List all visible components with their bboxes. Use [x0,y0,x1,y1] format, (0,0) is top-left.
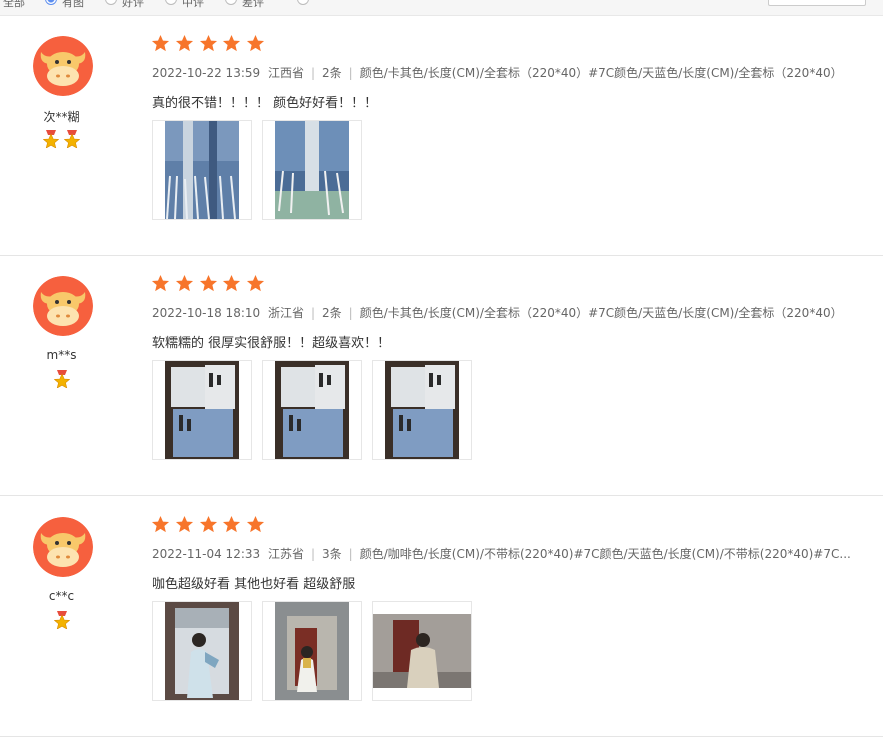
mirror-selfie-photo [165,602,239,700]
review-photo[interactable] [262,120,362,220]
filter-radio-neutral[interactable] [165,0,177,5]
review-meta: 2022-10-22 13:59 江西省 | 2条 | 颜色/卡其色/长度(CM)/全套… [152,64,843,81]
scarf-package-photo [385,361,459,459]
rating-stars [151,274,266,294]
username: 次**糊 [43,110,80,124]
meta-separator: | [348,306,353,320]
review-photo[interactable] [152,360,252,460]
scarf-blue-plaid-photo [165,121,239,219]
star-icon [151,34,170,56]
review-photo[interactable] [372,601,472,701]
review-photo[interactable] [262,360,362,460]
review-item: 次**糊 2022-10-22 13:59 江西省 | 2条 | 颜色/卡其色/长度(C… [0,16,883,256]
review-quantity: 3条 [322,547,342,561]
star-icon [199,34,218,56]
bull-avatar-icon [33,36,93,96]
review-quantity: 2条 [322,306,342,320]
review-spec: 颜色/咖啡色/长度(CM)/不带标(220*40)#7C颜色/天蓝色/长度(CM… [359,547,851,561]
star-icon [175,274,194,296]
review-item: m**s 2022-10-18 18:10 浙江省 | 2条 | 颜色/卡其色/长度(C… [0,256,883,496]
review-item: c**c 2022-11-04 12:33 江苏省 | 3条 | 颜色/咖啡色/长度(C… [0,497,883,737]
bull-avatar-icon [33,517,93,577]
review-date: 2022-11-04 12:33 [152,547,261,561]
review-date: 2022-10-22 13:59 [152,66,261,80]
review-spec: 颜色/卡其色/长度(CM)/全套标（220*40）#7C颜色/天蓝色/长度(CM… [359,306,843,320]
user-level [0,130,123,151]
medal-icon [53,611,70,632]
username: m**s [46,348,77,362]
filter-radio-with-photos[interactable] [45,0,57,5]
meta-separator: | [310,306,316,320]
bull-avatar-icon [33,276,93,336]
scarf-blue-green-photo [275,121,349,219]
medal-icon [42,130,59,151]
star-icon [175,515,194,537]
avatar [33,517,93,577]
filter-label-all[interactable]: 全部 [3,0,25,10]
filter-label-positive[interactable]: 好评 [122,0,144,10]
star-icon [222,515,241,537]
scarf-package-photo [165,361,239,459]
user-level [0,611,123,632]
meta-separator: | [348,66,353,80]
star-icon [222,34,241,56]
star-icon [199,515,218,537]
review-photo[interactable] [152,601,252,701]
user-level [0,370,123,391]
review-content: 软糯糯的 很厚实很舒服！！超级喜欢！！ [152,336,391,351]
rating-stars [151,515,266,535]
review-meta: 2022-10-18 18:10 浙江省 | 2条 | 颜色/卡其色/长度(CM)/全套… [152,304,843,321]
medal-icon [53,370,70,391]
star-icon [151,274,170,296]
filter-label-with-photos[interactable]: 有图 [62,0,84,10]
rating-stars [151,34,266,54]
username: c**c [48,589,75,603]
sort-dropdown[interactable] [768,0,866,6]
meta-separator: | [310,66,316,80]
star-icon [222,274,241,296]
review-content: 咖色超级好看 其他也好看 超级舒服 [152,577,356,592]
filter-radio-negative[interactable] [225,0,237,5]
review-date: 2022-10-18 18:10 [152,306,261,320]
medal-icon [64,130,81,151]
filter-radio-extra[interactable] [297,0,309,5]
review-province: 江西省 [267,66,304,80]
scarf-package-photo [275,361,349,459]
filter-bar: 全部 有图 好评 中评 差评 [0,0,883,16]
review-content: 真的很不错！！！！ 颜色好好看！！！ [152,96,378,111]
review-province: 浙江省 [267,306,304,320]
mirror-selfie-photo [373,614,471,688]
review-province: 江苏省 [267,547,304,561]
star-icon [151,515,170,537]
meta-separator: | [310,547,316,561]
filter-label-negative[interactable]: 差评 [242,0,264,10]
review-photo[interactable] [262,601,362,701]
star-icon [246,274,265,296]
review-spec: 颜色/卡其色/长度(CM)/全套标（220*40）#7C颜色/天蓝色/长度(CM… [359,66,843,80]
avatar [33,276,93,336]
avatar [33,36,93,96]
review-photo[interactable] [152,120,252,220]
star-icon [246,515,265,537]
mirror-selfie-photo [275,602,349,700]
review-meta: 2022-11-04 12:33 江苏省 | 3条 | 颜色/咖啡色/长度(CM)/不带… [152,545,851,562]
meta-separator: | [348,547,353,561]
filter-label-neutral[interactable]: 中评 [182,0,204,10]
filter-radio-positive[interactable] [105,0,117,5]
star-icon [175,34,194,56]
star-icon [246,34,265,56]
review-photo[interactable] [372,360,472,460]
review-quantity: 2条 [322,66,342,80]
star-icon [199,274,218,296]
